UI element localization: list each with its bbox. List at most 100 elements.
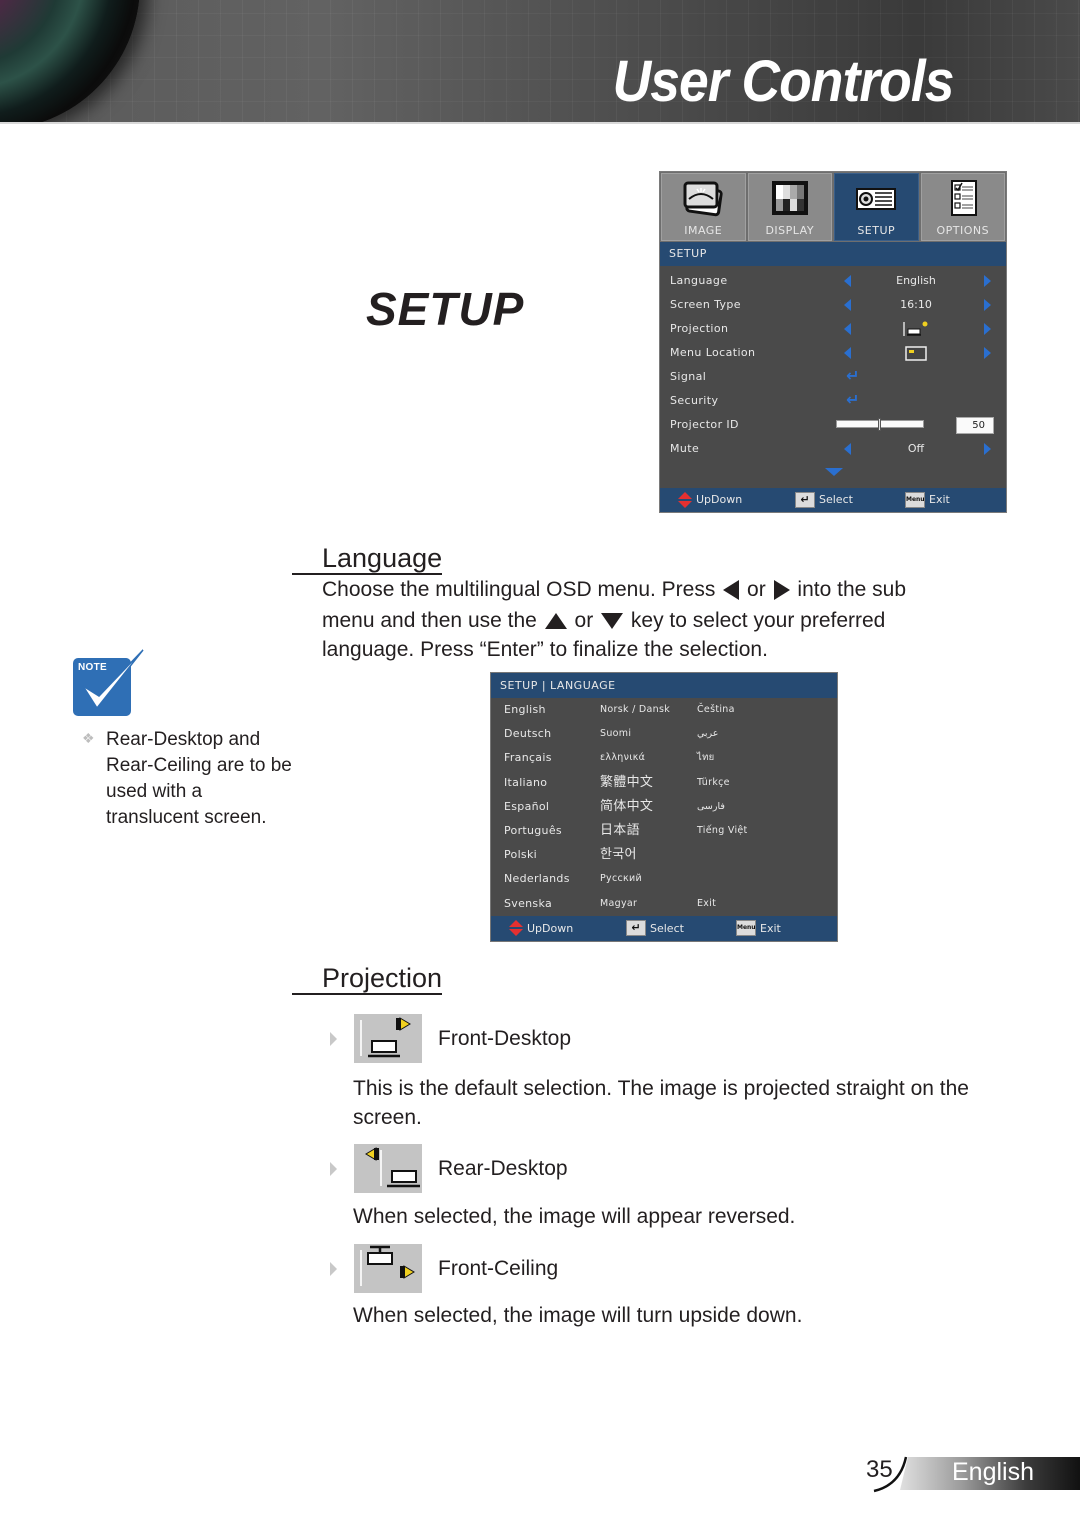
language-option[interactable]: Español <box>504 795 549 819</box>
section-title: SETUP <box>366 283 525 335</box>
language-option[interactable]: Suomi <box>600 722 631 746</box>
language-option[interactable]: عربي <box>697 722 718 746</box>
image-icon <box>683 181 723 217</box>
arrow-right-icon[interactable] <box>984 275 991 287</box>
arrow-right-icon[interactable] <box>984 323 991 335</box>
tab-display[interactable]: DISPLAY <box>747 173 832 241</box>
arrow-left-icon[interactable] <box>844 323 851 335</box>
osd-row-projection[interactable]: Projection <box>660 317 1006 341</box>
footer-select-label: Select <box>819 493 853 506</box>
rear-desktop-icon <box>354 1144 422 1193</box>
header-banner: User Controls <box>0 0 1080 124</box>
tab-setup-label: SETUP <box>857 224 896 237</box>
language-option[interactable]: Italiano <box>504 771 547 795</box>
osd-row-screen-type[interactable]: Screen Type 16:10 <box>660 293 1006 317</box>
language-row: Français ελληνικά ไทย <box>491 746 837 770</box>
arrow-left-icon[interactable] <box>844 443 851 455</box>
osd-row-value: 16:10 <box>900 298 932 311</box>
language-option[interactable]: Türkçe <box>697 771 730 795</box>
osd-row-label: Security <box>670 394 719 407</box>
language-option[interactable]: Norsk / Dansk <box>600 698 670 722</box>
footer-exit: Menu Exit <box>905 488 950 512</box>
language-option[interactable]: فارسی <box>697 795 725 819</box>
projector-id-value: 50 <box>956 417 994 434</box>
arrow-right-icon[interactable] <box>984 347 991 359</box>
language-option[interactable]: ไทย <box>697 746 715 770</box>
osd-row-mute[interactable]: Mute Off <box>660 437 1006 461</box>
language-description: Choose the multilingual OSD menu. Press … <box>322 575 1002 664</box>
option-description: This is the default selection. The image… <box>353 1077 969 1129</box>
language-option[interactable]: Polski <box>504 843 537 867</box>
tab-image[interactable]: IMAGE <box>661 173 746 241</box>
osd-section-label: SETUP <box>660 242 1006 266</box>
updown-icon <box>678 492 692 508</box>
tab-options[interactable]: OPTIONS <box>920 173 1005 241</box>
language-option[interactable]: ελληνικά <box>600 746 645 770</box>
arrow-left-icon[interactable] <box>844 347 851 359</box>
footer-updown-label: UpDown <box>527 921 574 935</box>
language-option[interactable]: 日本語 <box>600 819 640 843</box>
scroll-down-icon[interactable] <box>825 468 843 476</box>
language-option[interactable]: Русский <box>600 867 642 891</box>
osd-row-signal[interactable]: Signal ↵ <box>660 365 1006 389</box>
tab-display-label: DISPLAY <box>765 224 815 237</box>
footer-updown: UpDown <box>678 488 742 512</box>
option-description: When selected, the image will appear rev… <box>353 1205 796 1228</box>
footer-select-label: Select <box>650 921 684 935</box>
arrow-left-icon[interactable] <box>844 275 851 287</box>
arrow-left-icon[interactable] <box>844 299 851 311</box>
language-option[interactable]: Français <box>504 746 552 770</box>
osd-row-language[interactable]: Language English <box>660 269 1006 293</box>
page-number: 35 <box>866 1456 893 1483</box>
language-option[interactable]: 한국어 <box>600 843 637 867</box>
arrow-right-icon[interactable] <box>984 299 991 311</box>
projector-icon <box>856 188 897 210</box>
language-row: Nederlands Русский <box>491 867 837 891</box>
front-desktop-icon <box>903 321 928 336</box>
language-option[interactable]: Deutsch <box>504 722 551 746</box>
enter-icon[interactable]: ↵ <box>846 368 859 384</box>
osd-footer: UpDown ↵ Select Menu Exit <box>491 916 837 941</box>
osd-row-label: Signal <box>670 370 707 383</box>
menu-key-icon: Menu <box>736 920 756 936</box>
language-option[interactable]: Tiếng Việt <box>697 819 748 843</box>
note-text: Rear-Desktop and Rear-Ceiling are to be … <box>106 729 292 828</box>
checkmark-icon <box>82 649 144 710</box>
osd-row-label: Projector ID <box>670 418 739 431</box>
bullet-icon: ❖ <box>82 730 95 746</box>
language-option[interactable]: 简体中文 <box>600 795 653 819</box>
projection-option-front-desktop: Front-Desktop <box>330 1014 571 1063</box>
osd-row-menu-location[interactable]: Menu Location <box>660 341 1006 365</box>
projection-option-rear-desktop: Rear-Desktop <box>330 1144 568 1193</box>
option-label: Front-Ceiling <box>438 1256 559 1280</box>
language-option[interactable]: Svenska <box>504 892 552 916</box>
slider-thumb[interactable] <box>878 418 881 431</box>
option-label: Rear-Desktop <box>438 1156 568 1180</box>
language-option[interactable]: Português <box>504 819 562 843</box>
language-option[interactable]: Nederlands <box>504 867 570 891</box>
footer-updown-label: UpDown <box>696 493 743 506</box>
osd-row-security[interactable]: Security ↵ <box>660 389 1006 413</box>
language-row: Svenska Magyar Exit <box>491 892 837 916</box>
enter-icon[interactable]: ↵ <box>846 392 859 408</box>
language-grid: English Norsk / Dansk Čeština Deutsch Suomi ع… <box>491 698 837 916</box>
down-arrow-icon <box>601 613 624 630</box>
tab-setup[interactable]: SETUP <box>834 173 919 241</box>
footer-exit: Menu Exit <box>736 916 781 940</box>
language-option[interactable]: Magyar <box>600 892 637 916</box>
text-segment: language. Press “Enter” to finalize the … <box>322 638 768 661</box>
osd-rows: Language English Screen Type 16:10 Proje… <box>660 266 1006 490</box>
language-heading: Language <box>292 543 443 575</box>
language-exit-option[interactable]: Exit <box>697 892 716 916</box>
text-segment: or <box>747 578 766 601</box>
footer-language-label: English <box>952 1458 1034 1486</box>
osd-setup-menu: IMAGE DISPLAY SETUP OPTIONS SETUP Langua… <box>659 171 1007 513</box>
language-option[interactable]: English <box>504 698 546 722</box>
language-option[interactable]: Čeština <box>697 698 735 722</box>
language-option[interactable]: 繁體中文 <box>600 771 653 795</box>
osd-row-projector-id[interactable]: Projector ID 50 <box>660 413 1006 437</box>
projector-id-slider[interactable] <box>836 418 924 431</box>
footer-updown: UpDown <box>509 916 573 940</box>
arrow-right-icon[interactable] <box>984 443 991 455</box>
osd-footer: UpDown ↵ Select Menu Exit <box>660 488 1006 512</box>
